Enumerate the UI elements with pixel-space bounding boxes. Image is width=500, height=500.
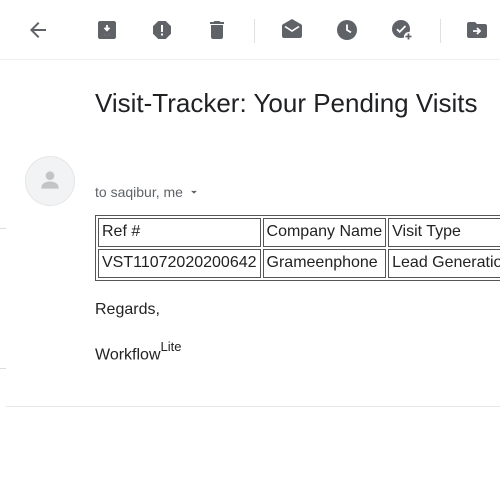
add-task-icon: [392, 20, 413, 41]
message-bottom-rule: [6, 406, 500, 407]
table-cell: VST11072020200642: [98, 249, 261, 278]
table-row: VST11072020200642 Grameenphone Lead Gene…: [98, 249, 500, 278]
table-header-cell: Ref #: [98, 218, 261, 247]
email-regards: Regards,: [95, 301, 160, 318]
archive-button[interactable]: [87, 10, 127, 50]
email-signature: WorkflowLite: [95, 339, 182, 364]
report-spam-icon: [153, 21, 171, 39]
move-to-button[interactable]: [457, 10, 497, 50]
add-to-tasks-button[interactable]: [382, 10, 422, 50]
toolbar-divider: [440, 19, 441, 43]
signature-main: Workflow: [95, 346, 161, 364]
table-cell: Grameenphone: [262, 249, 387, 278]
clock-icon: [337, 20, 357, 40]
delete-button[interactable]: [197, 10, 237, 50]
recipients-text: to saqibur, me: [95, 184, 183, 200]
table-header-row: Ref # Company Name Visit Type: [98, 218, 500, 247]
sender-avatar[interactable]: [25, 156, 75, 206]
table-header-cell: Visit Type: [388, 218, 500, 247]
table-header-cell: Company Name: [262, 218, 387, 247]
archive-icon: [98, 21, 116, 39]
email-toolbar: [0, 0, 500, 60]
move-to-folder-icon: [467, 22, 487, 38]
mail-open-icon: [282, 19, 302, 38]
signature-superscript: Lite: [160, 339, 182, 354]
report-spam-button[interactable]: [142, 10, 182, 50]
chevron-down-icon: [191, 190, 197, 194]
trash-icon: [210, 21, 224, 39]
email-subject: Visit-Tracker: Your Pending Visits: [95, 88, 478, 118]
toolbar-divider: [254, 19, 255, 43]
snooze-button[interactable]: [327, 10, 367, 50]
side-tick: [0, 368, 6, 369]
side-tick: [0, 228, 6, 229]
arrow-left-icon: [30, 22, 46, 38]
table-cell: Lead Generation: [388, 249, 500, 278]
back-button[interactable]: [18, 10, 58, 50]
mark-unread-button[interactable]: [272, 10, 312, 50]
visits-table: Ref # Company Name Visit Type VST1107202…: [95, 215, 500, 281]
recipients-toggle[interactable]: to saqibur, me: [95, 184, 201, 200]
default-avatar-icon: [41, 171, 59, 189]
toolbar-rule: [0, 59, 500, 60]
